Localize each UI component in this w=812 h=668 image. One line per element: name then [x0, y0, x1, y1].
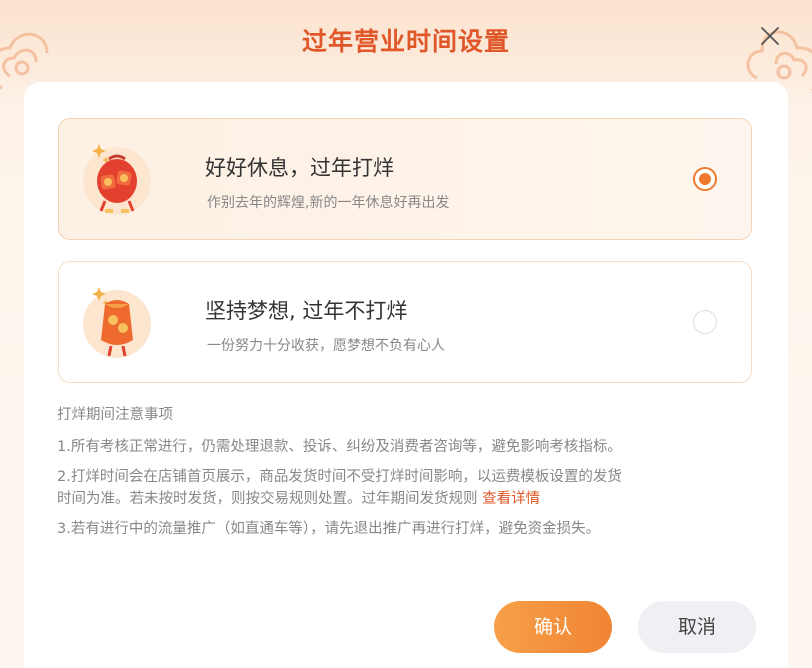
- view-details-link[interactable]: 查看详情: [482, 491, 540, 507]
- note-item-2-line-1: 2.打烊时间会在店铺首页展示，商品发货时间不受打烊时间影响，以运费模板设置的发货: [57, 469, 622, 485]
- close-icon[interactable]: [758, 24, 782, 48]
- radio-selected[interactable]: [693, 167, 717, 191]
- option-closed-for-new-year[interactable]: 好好休息，过年打烊 作别去年的辉煌,新的一年休息好再出发: [58, 118, 752, 240]
- option-title: 好好休息，过年打烊: [205, 156, 394, 180]
- notes-section: 打烊期间注意事项 1.所有考核正常进行，仍需处理退款、投诉、纠纷及消费者咨询等，…: [57, 404, 757, 548]
- note-item-2-line-2: 时间为准。若未按时发货，则按交易规则处置。过年期间发货规则: [57, 491, 483, 507]
- dialog-title: 过年营业时间设置: [301, 27, 510, 56]
- cancel-button[interactable]: 取消: [638, 601, 756, 653]
- lantern-icon: [83, 287, 151, 358]
- option-title: 坚持梦想, 过年不打烊: [205, 299, 408, 323]
- dialog-body: 好好休息，过年打烊 作别去年的辉煌,新的一年休息好再出发 坚持梦想, 过年不打烊…: [24, 82, 788, 668]
- notes-title: 打烊期间注意事项: [57, 407, 173, 423]
- lantern-icon: [83, 144, 151, 215]
- note-item-3: 3.若有进行中的流量推广（如直通车等），请先退出推广再进行打烊，避免资金损失。: [57, 521, 601, 537]
- note-item-1: 1.所有考核正常进行，仍需处理退款、投诉、纠纷及消费者咨询等，避免影响考核指标。: [57, 439, 622, 455]
- option-open-during-new-year[interactable]: 坚持梦想, 过年不打烊 一份努力十分收获，愿梦想不负有心人: [58, 261, 752, 383]
- confirm-button[interactable]: 确认: [494, 601, 612, 653]
- note-item-2: 2.打烊时间会在店铺首页展示，商品发货时间不受打烊时间影响，以运费模板设置的发货…: [57, 466, 757, 510]
- option-description: 一份努力十分收获，愿梦想不负有心人: [207, 338, 445, 354]
- business-hours-dialog: 过年营业时间设置 好好休息，过年打烊 作别去年的辉煌,新的一年休息好再出发 坚持…: [0, 0, 812, 668]
- radio-unselected[interactable]: [693, 310, 717, 334]
- option-description: 作别去年的辉煌,新的一年休息好再出发: [207, 195, 450, 211]
